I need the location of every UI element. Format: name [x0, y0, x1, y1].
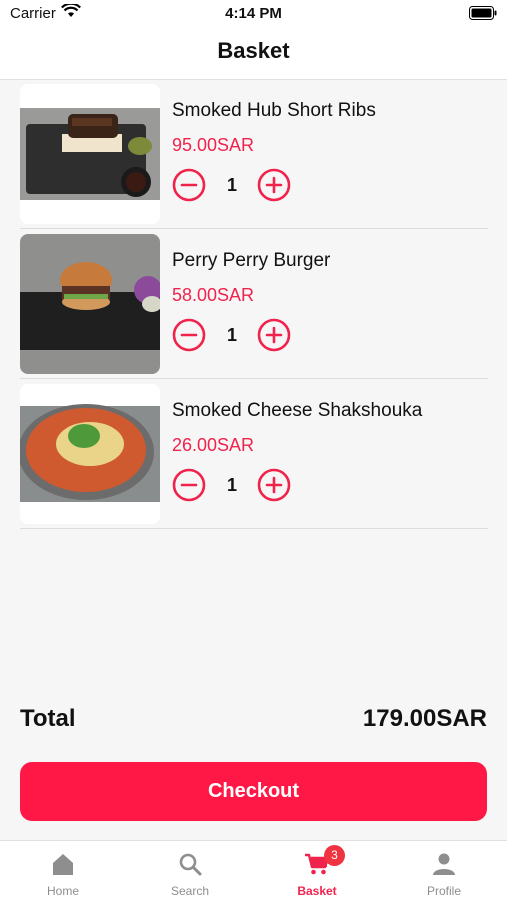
tab-home[interactable]: Home — [0, 841, 126, 901]
battery-icon — [469, 6, 497, 20]
tab-label: Search — [170, 884, 210, 898]
tab-bar: Home Search 3 Basket Profile — [0, 840, 507, 901]
item-name: Smoked Hub Short Ribs — [172, 100, 376, 121]
item-price: 26.00SAR — [172, 435, 255, 455]
decrease-quantity-button[interactable] — [172, 468, 206, 502]
item-quantity: 1 — [226, 175, 237, 195]
home-icon — [53, 854, 73, 875]
item-price: 95.00SAR — [172, 135, 255, 155]
item-name: Perry Perry Burger — [172, 250, 331, 271]
minus-circle-icon — [172, 318, 206, 352]
cart-count-badge: 3 — [324, 845, 345, 866]
total-label: Total — [20, 705, 76, 732]
plus-circle-icon — [257, 168, 291, 202]
decrease-quantity-button[interactable] — [172, 168, 206, 202]
person-icon — [433, 853, 455, 875]
item-image — [20, 234, 160, 374]
nav-header: Basket — [0, 28, 507, 80]
tab-label: Profile — [426, 884, 461, 898]
item-quantity: 1 — [226, 475, 237, 495]
plus-circle-icon — [257, 468, 291, 502]
page-title: Basket — [217, 38, 290, 63]
clock: 4:14 PM — [225, 5, 282, 22]
increase-quantity-button[interactable] — [257, 168, 291, 202]
item-name: Smoked Cheese Shakshouka — [172, 400, 423, 421]
tab-label: Home — [46, 884, 79, 898]
increase-quantity-button[interactable] — [257, 318, 291, 352]
item-image — [20, 384, 160, 524]
checkout-button[interactable]: Checkout — [20, 762, 487, 821]
tab-search[interactable]: Search — [127, 841, 253, 901]
tab-label: Basket — [297, 884, 337, 898]
minus-circle-icon — [172, 468, 206, 502]
item-image — [20, 84, 160, 224]
plus-circle-icon — [257, 318, 291, 352]
tab-profile[interactable]: Profile — [381, 841, 507, 901]
basket-item: Smoked Hub Short Ribs 95.00SAR 1 — [20, 80, 488, 229]
increase-quantity-button[interactable] — [257, 468, 291, 502]
basket-item: Smoked Cheese Shakshouka 26.00SAR 1 — [20, 380, 488, 529]
tab-basket[interactable]: 3 Basket — [254, 841, 380, 901]
minus-circle-icon — [172, 168, 206, 202]
basket-item: Perry Perry Burger 58.00SAR 1 — [20, 230, 488, 379]
status-bar: Carrier 4:14 PM — [0, 0, 507, 28]
item-quantity: 1 — [226, 325, 237, 345]
decrease-quantity-button[interactable] — [172, 318, 206, 352]
search-icon — [179, 853, 202, 876]
item-price: 58.00SAR — [172, 285, 255, 305]
total-value: 179.00SAR — [362, 705, 487, 732]
